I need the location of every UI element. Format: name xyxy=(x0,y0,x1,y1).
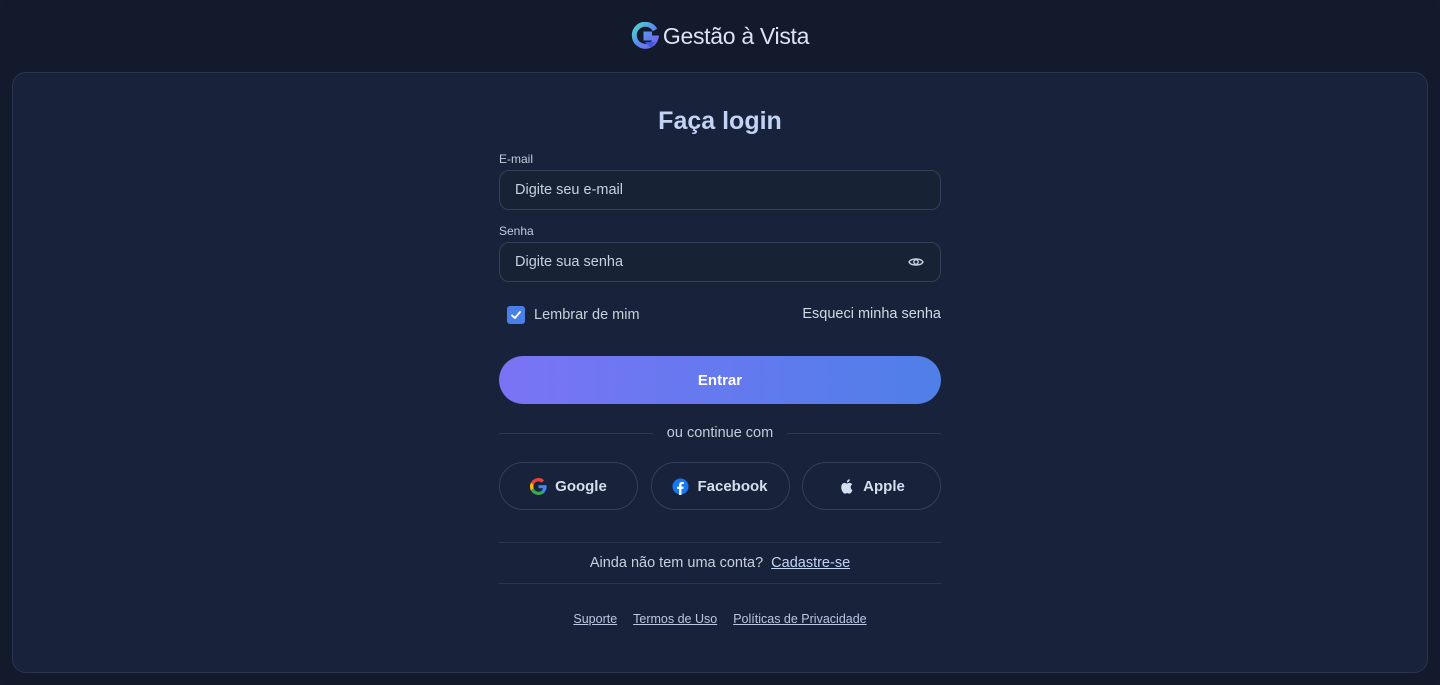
checkbox-checked-icon[interactable] xyxy=(507,306,525,324)
signup-link[interactable]: Cadastre-se xyxy=(771,555,850,571)
password-label: Senha xyxy=(499,224,534,238)
google-login-button[interactable]: Google xyxy=(499,462,638,510)
apple-icon xyxy=(838,478,855,495)
privacy-link[interactable]: Políticas de Privacidade xyxy=(733,612,866,626)
divider-line-right xyxy=(787,432,941,434)
footer-links: Suporte Termos de Uso Políticas de Priva… xyxy=(499,612,941,626)
g-logo-icon xyxy=(631,21,660,50)
brand-name: Gestão à Vista xyxy=(662,22,810,49)
support-link[interactable]: Suporte xyxy=(573,612,617,626)
brand[interactable]: Gestão à Vista xyxy=(631,21,810,50)
page-title: Faça login xyxy=(658,107,782,135)
apple-label: Apple xyxy=(863,477,905,495)
login-panel: Faça login E-mail Digite seu e-mail Senh… xyxy=(12,72,1428,673)
app-window: Gestão à Vista Faça login E-mail Digite … xyxy=(0,0,1440,685)
facebook-login-button[interactable]: Facebook xyxy=(650,462,790,510)
email-placeholder: Digite seu e-mail xyxy=(515,182,623,198)
submit-button[interactable]: Entrar xyxy=(499,356,941,404)
google-label: Google xyxy=(555,477,607,495)
eye-icon[interactable] xyxy=(907,253,925,271)
divider-line-left xyxy=(499,432,653,434)
top-bar: Gestão à Vista xyxy=(0,0,1440,72)
email-label: E-mail xyxy=(499,152,534,166)
divider: ou continue com xyxy=(499,423,941,443)
signup-prompt: Ainda não tem uma conta? xyxy=(589,555,764,571)
google-icon xyxy=(530,477,547,495)
password-placeholder: Digite sua senha xyxy=(515,254,624,270)
apple-login-button[interactable]: Apple xyxy=(802,462,941,510)
divider-text: ou continue com xyxy=(666,425,774,441)
forgot-password-link[interactable]: Esqueci minha senha xyxy=(802,306,941,322)
terms-link[interactable]: Termos de Uso xyxy=(633,612,717,626)
password-field[interactable]: Digite sua senha xyxy=(499,242,941,282)
email-field[interactable]: Digite seu e-mail xyxy=(499,170,941,210)
facebook-label: Facebook xyxy=(697,477,768,495)
social-login-buttons: Google Facebook Apple xyxy=(499,462,941,510)
signup-row: Ainda não tem uma conta? Cadastre-se xyxy=(499,542,941,584)
facebook-icon xyxy=(672,477,690,495)
remember-me-label: Lembrar de mim xyxy=(534,307,640,323)
remember-me-checkbox[interactable]: Lembrar de mim xyxy=(507,306,640,324)
